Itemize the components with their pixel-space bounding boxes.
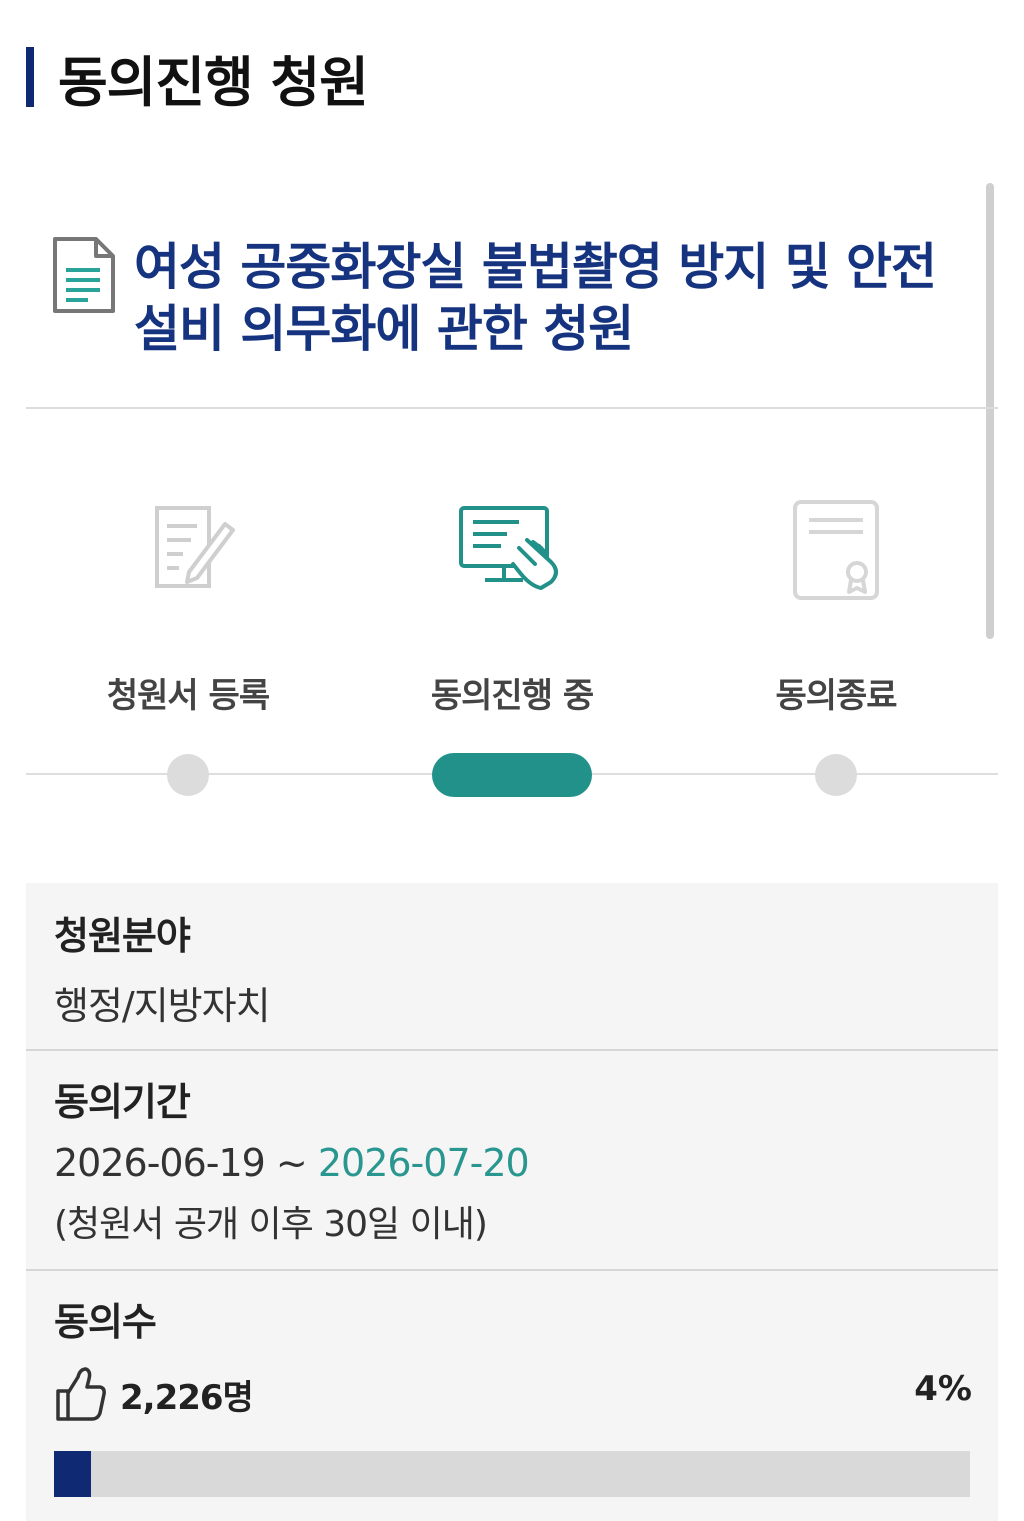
monitor-touch-icon	[459, 506, 558, 590]
page-title: 동의진행 청원	[58, 50, 369, 114]
step-registered: 청원서 등록	[58, 490, 318, 716]
thumbs-up-icon	[56, 1367, 106, 1421]
count-label: 동의수	[54, 1300, 157, 1344]
header-accent-bar	[26, 47, 34, 107]
period-end: 2026-07-20	[317, 1141, 530, 1185]
step-dot-registered	[167, 754, 209, 796]
field-section: 청원분야 행정/지방자치	[26, 883, 998, 1049]
period-separator: ~	[264, 1141, 318, 1185]
step-label: 동의진행 중	[430, 676, 594, 716]
pen-document-icon	[155, 506, 235, 588]
period-range: 2026-06-19 ~ 2026-07-20	[54, 1141, 530, 1185]
step-label: 동의종료	[775, 676, 897, 716]
agree-progress-bar	[54, 1451, 970, 1497]
certificate-icon	[793, 500, 879, 600]
progress-steps: 청원서 등록 동의진행 중 동의종료	[26, 490, 998, 810]
petition-title: 여성 공중화장실 불법촬영 방지 및 안전 설비 의무화에 관한 청원	[134, 238, 937, 358]
info-panel: 청원분야 행정/지방자치 동의기간 2026-06-19 ~ 2026-07-2…	[26, 883, 998, 1521]
period-note: (청원서 공개 이후 30일 이내)	[54, 1204, 488, 1245]
period-start: 2026-06-19	[54, 1141, 266, 1185]
page-header: 동의진행 청원	[26, 40, 369, 114]
divider	[26, 407, 998, 409]
period-label: 동의기간	[54, 1080, 191, 1124]
step-in-progress: 동의진행 중	[382, 490, 642, 716]
count-row: 2,226명	[54, 1365, 254, 1423]
field-label: 청원분야	[54, 914, 191, 958]
step-indicator-active	[432, 753, 592, 797]
step-label: 청원서 등록	[106, 676, 270, 716]
petition-title-block: 여성 공중화장실 불법촬영 방지 및 안전 설비 의무화에 관한 청원	[52, 236, 972, 360]
progress-fill	[54, 1451, 91, 1497]
document-icon	[53, 237, 115, 313]
count-value: 2,226명	[120, 1377, 254, 1418]
period-section: 동의기간 2026-06-19 ~ 2026-07-20 (청원서 공개 이후 …	[26, 1049, 998, 1269]
page: 동의진행 청원 여성 공중화장실 불법촬영 방지 및 안전 설비 의무화에 관한…	[0, 0, 1024, 1521]
field-value: 행정/지방자치	[54, 984, 271, 1028]
step-closed: 동의종료	[706, 490, 966, 716]
percent-value: 4%	[914, 1369, 972, 1409]
step-dot-closed	[815, 754, 857, 796]
